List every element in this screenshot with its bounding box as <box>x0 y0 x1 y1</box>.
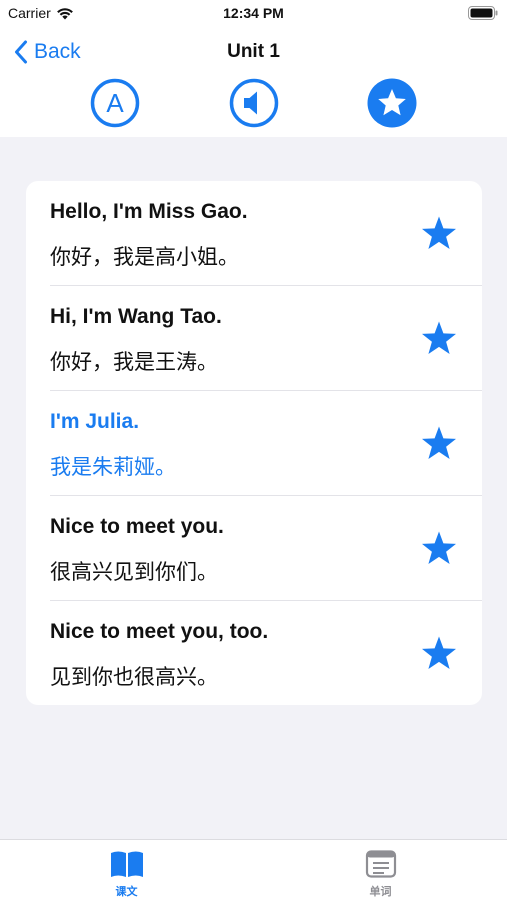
play-audio-button[interactable] <box>229 78 279 128</box>
sentence-english: Nice to meet you, too. <box>50 620 269 643</box>
page-title: Unit 1 <box>227 41 280 62</box>
tab-lessons[interactable]: 课文 <box>0 840 253 900</box>
sentence-english: Hello, I'm Miss Gao. <box>50 200 248 223</box>
top-bar-area: Carrier 12:34 PM Back Unit 1 A <box>0 0 507 137</box>
navigation-bar: Back Unit 1 <box>0 30 507 74</box>
sentence-chinese: 见到你也很高兴。 <box>50 666 218 689</box>
tab-words-label: 单词 <box>369 886 392 898</box>
show-english-button[interactable]: A <box>90 78 140 128</box>
sentence-english: Nice to meet you. <box>50 515 224 538</box>
sentence-row[interactable]: Hello, I'm Miss Gao. 你好，我是高小姐。 <box>26 181 482 286</box>
letter-a-label: A <box>106 88 124 118</box>
star-icon[interactable] <box>420 530 458 568</box>
favorites-filter-button[interactable] <box>367 78 417 128</box>
book-icon <box>110 851 143 877</box>
status-bar: Carrier 12:34 PM <box>0 0 507 28</box>
letter-a-circle-icon: A <box>90 78 140 128</box>
sentence-chinese: 你好，我是王涛。 <box>50 351 218 374</box>
star-circle-filled-icon <box>367 78 417 128</box>
sentence-row[interactable]: Hi, I'm Wang Tao. 你好，我是王涛。 <box>26 286 482 391</box>
sentence-chinese: 我是朱莉娅。 <box>50 456 176 479</box>
status-time: 12:34 PM <box>223 5 284 21</box>
speaker-circle-icon <box>229 78 279 128</box>
sentence-row[interactable]: Nice to meet you. 很高兴见到你们。 <box>26 496 482 601</box>
star-icon[interactable] <box>420 215 458 253</box>
tab-words[interactable]: 单词 <box>254 840 507 900</box>
sentence-chinese: 很高兴见到你们。 <box>50 561 218 584</box>
star-icon[interactable] <box>420 635 458 673</box>
star-icon[interactable] <box>420 320 458 358</box>
lesson-toolbar: A <box>0 78 507 130</box>
sentence-english: I'm Julia. <box>50 410 140 433</box>
list-card-icon <box>365 850 396 878</box>
battery-icon <box>468 6 498 20</box>
tab-lessons-label: 课文 <box>115 886 138 898</box>
star-icon[interactable] <box>420 425 458 463</box>
sentence-row-active[interactable]: I'm Julia. 我是朱莉娅。 <box>26 391 482 496</box>
sentence-row[interactable]: Nice to meet you, too. 见到你也很高兴。 <box>26 601 482 705</box>
sentence-chinese: 你好，我是高小姐。 <box>50 246 239 269</box>
tab-bar: 课文 单词 <box>0 839 507 900</box>
sentence-list: Hello, I'm Miss Gao. 你好，我是高小姐。 Hi, I'm W… <box>26 181 482 705</box>
sentence-english: Hi, I'm Wang Tao. <box>50 305 222 328</box>
app-screen: Carrier 12:34 PM Back Unit 1 A Hello, I'… <box>0 0 507 900</box>
